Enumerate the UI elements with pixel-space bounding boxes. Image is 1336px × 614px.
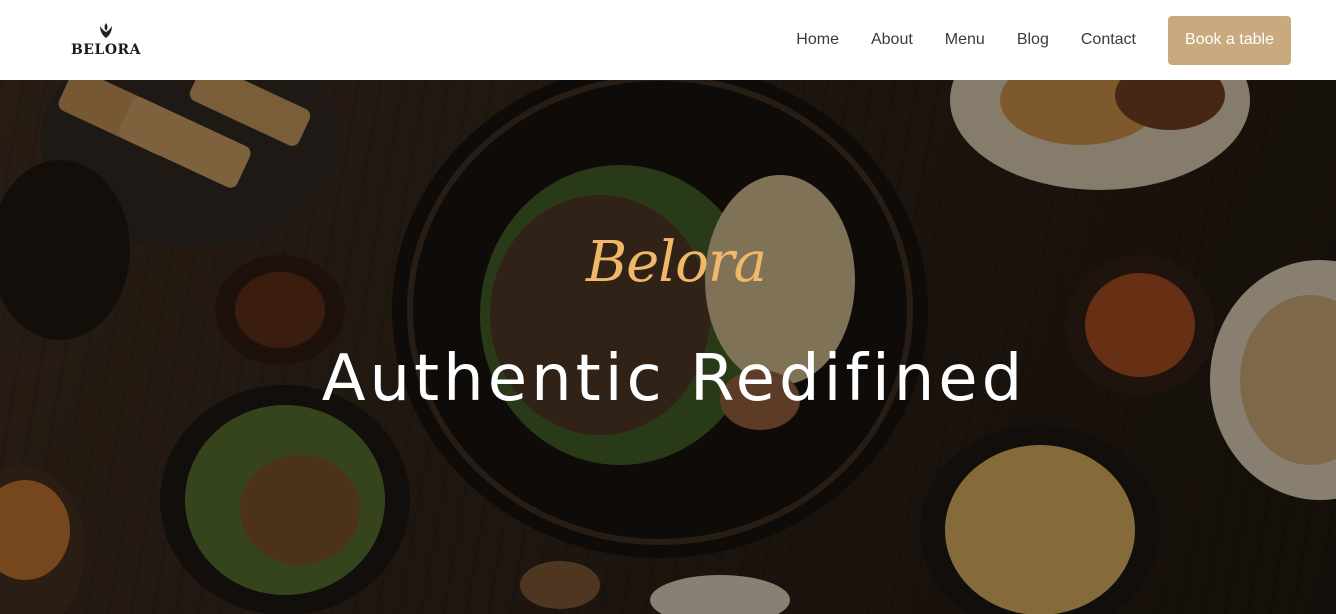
- hero-headline: Authentic Redifined: [321, 342, 1027, 416]
- brand-logo[interactable]: BELORA: [70, 22, 142, 58]
- tulip-logo-icon: [100, 23, 112, 38]
- hero-script-title: Belora: [585, 230, 767, 295]
- book-a-table-button[interactable]: Book a table: [1168, 15, 1291, 65]
- nav-blog-link[interactable]: Blog: [1017, 31, 1049, 49]
- brand-name: BELORA: [70, 42, 142, 58]
- site-header: BELORA Home About Menu Blog Contact Book…: [0, 0, 1336, 80]
- main-nav: Home About Menu Blog Contact Book a tabl…: [796, 15, 1291, 65]
- nav-home-link[interactable]: Home: [796, 31, 839, 49]
- nav-menu-link[interactable]: Menu: [945, 31, 985, 49]
- hero-section: Belora Authentic Redifined: [0, 80, 1336, 614]
- nav-about-link[interactable]: About: [871, 31, 913, 49]
- nav-contact-link[interactable]: Contact: [1081, 31, 1136, 49]
